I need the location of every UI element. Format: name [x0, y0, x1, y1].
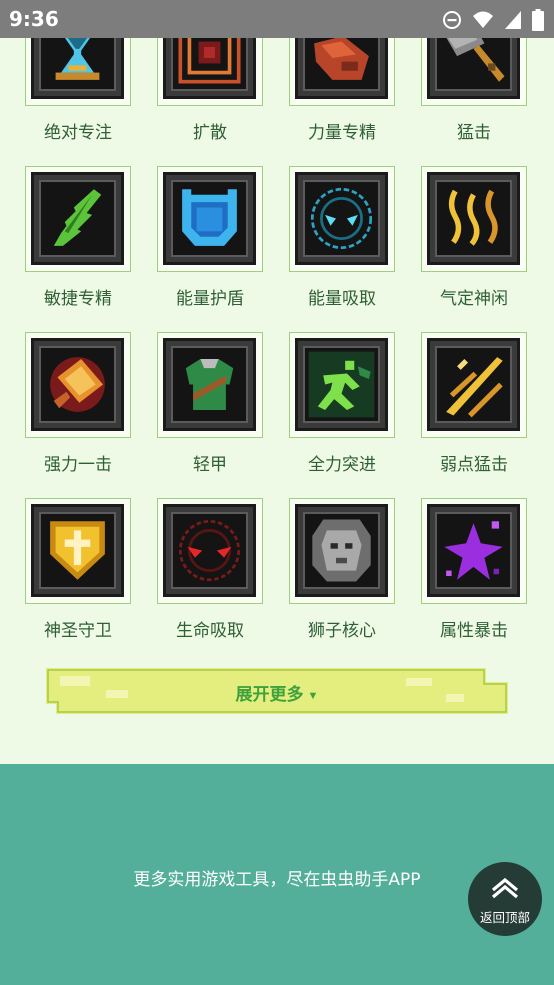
energy-shield-icon [182, 189, 237, 246]
power-strike-sword-icon [50, 357, 105, 412]
hammer-icon [446, 38, 505, 82]
dash-runner-icon [308, 351, 375, 418]
energy-absorb-icon [310, 187, 373, 250]
spread-icon [178, 38, 241, 84]
skill-icon-frame [421, 332, 527, 438]
status-icons [442, 9, 544, 31]
skill-name: 气定神闲 [440, 289, 508, 309]
footer-banner: 更多实用游戏工具，尽在虫虫助手APP [0, 764, 554, 985]
status-time: 9:36 [9, 7, 59, 31]
expand-more-text: 展开更多 ▼ [0, 680, 554, 705]
lion-core-icon [312, 519, 371, 582]
double-chevron-up-icon [491, 877, 519, 899]
skill-icon-frame [25, 332, 131, 438]
skill-icon-frame [25, 38, 131, 106]
skill-name: 弱点猛击 [440, 455, 508, 475]
holy-shield-icon [50, 521, 105, 580]
skill-icon-frame [157, 332, 263, 438]
skill-list: 绝对专注 扩散 力量专精 猛击 敏捷专精 能量护盾 能量吸取 气定神闲 强力一击… [0, 38, 554, 764]
expand-more-label: 展开更多 [235, 685, 304, 704]
expand-more-button[interactable]: 展开更多 ▼ [46, 668, 508, 714]
skill-icon-frame [421, 166, 527, 272]
skill-icon-frame [421, 38, 527, 106]
skill-name: 属性暴击 [440, 621, 508, 641]
do-not-disturb-icon [442, 10, 462, 30]
light-armor-icon [185, 358, 234, 411]
skill-icon-frame [421, 498, 527, 604]
skill-icon-frame [25, 166, 131, 272]
battery-icon [532, 9, 544, 31]
calm-flames-icon [448, 189, 498, 246]
skill-icon-frame [157, 498, 263, 604]
back-to-top-label: 返回顶部 [479, 910, 530, 925]
life-steal-eyes-icon [178, 519, 241, 582]
skill-icon-frame [25, 498, 131, 604]
wifi-icon [472, 10, 494, 30]
skill-icon-frame [289, 332, 395, 438]
weak-point-slash-icon [446, 357, 503, 418]
fist-icon [314, 38, 369, 80]
back-to-top-button[interactable]: 返回顶部 [468, 862, 542, 936]
hourglass-icon [55, 38, 100, 80]
skill-icon-frame [289, 166, 395, 272]
skill-icon-frame [289, 38, 395, 106]
element-crit-icon [444, 521, 503, 580]
skill-icon-frame [289, 498, 395, 604]
triangle-down-icon: ▼ [307, 689, 319, 702]
feather-icon [53, 189, 102, 246]
signal-icon [504, 10, 522, 30]
skill-name: 猛击 [457, 123, 491, 143]
skill-icon-frame [157, 166, 263, 272]
status-bar: 9:36 [0, 0, 554, 38]
skill-icon-frame [157, 38, 263, 106]
